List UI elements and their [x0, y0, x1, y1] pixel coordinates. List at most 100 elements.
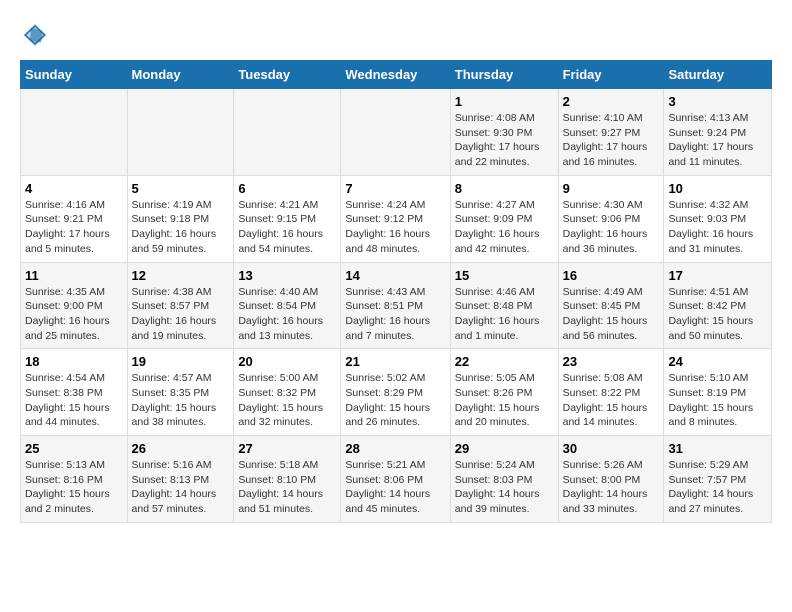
calendar-cell: 16Sunrise: 4:49 AM Sunset: 8:45 PM Dayli… [558, 262, 664, 349]
calendar-cell [127, 89, 234, 176]
calendar-cell: 29 Sunrise: 5:24 AM Sunset: 8:03 PM Dayli… [450, 436, 558, 523]
day-number: 20 [238, 354, 336, 369]
calendar-cell: 5 Sunrise: 4:19 AM Sunset: 9:18 PM Daylig… [127, 175, 234, 262]
day-info: Sunrise: 4:13 AM Sunset: 9:24 PM Dayligh… [668, 111, 767, 170]
calendar-cell: 10Sunrise: 4:32 AM Sunset: 9:03 PM Dayli… [664, 175, 772, 262]
day-info: Sunrise: 4:38 AM Sunset: 8:57 PM Dayligh… [132, 285, 230, 344]
day-info: Sunrise: 5:13 AM Sunset: 8:16 PM Dayligh… [25, 458, 123, 517]
calendar-cell: 1 Sunrise: 4:08 AM Sunset: 9:30 PM Daylig… [450, 89, 558, 176]
day-number: 19 [132, 354, 230, 369]
calendar-header: SundayMondayTuesdayWednesdayThursdayFrid… [21, 61, 772, 89]
calendar-cell: 3 Sunrise: 4:13 AM Sunset: 9:24 PM Daylig… [664, 89, 772, 176]
calendar-cell: 26 Sunrise: 5:16 AM Sunset: 8:13 PM Dayli… [127, 436, 234, 523]
day-info: Sunrise: 5:29 AM Sunset: 7:57 PM Dayligh… [668, 458, 767, 517]
calendar-cell [21, 89, 128, 176]
day-number: 30 [563, 441, 660, 456]
day-number: 15 [455, 268, 554, 283]
day-info: Sunrise: 5:10 AM Sunset: 8:19 PM Dayligh… [668, 371, 767, 430]
calendar-table: SundayMondayTuesdayWednesdayThursdayFrid… [20, 60, 772, 523]
weekday-header-monday: Monday [127, 61, 234, 89]
day-info: Sunrise: 5:00 AM Sunset: 8:32 PM Dayligh… [238, 371, 336, 430]
day-number: 24 [668, 354, 767, 369]
calendar-cell [234, 89, 341, 176]
calendar-cell: 9 Sunrise: 4:30 AM Sunset: 9:06 PM Daylig… [558, 175, 664, 262]
day-info: Sunrise: 4:40 AM Sunset: 8:54 PM Dayligh… [238, 285, 336, 344]
day-info: Sunrise: 4:46 AM Sunset: 8:48 PM Dayligh… [455, 285, 554, 344]
weekday-header-saturday: Saturday [664, 61, 772, 89]
day-number: 5 [132, 181, 230, 196]
calendar-cell: 23 Sunrise: 5:08 AM Sunset: 8:22 PM Dayli… [558, 349, 664, 436]
day-info: Sunrise: 5:16 AM Sunset: 8:13 PM Dayligh… [132, 458, 230, 517]
calendar-cell: 15 Sunrise: 4:46 AM Sunset: 8:48 PM Dayli… [450, 262, 558, 349]
weekday-header-wednesday: Wednesday [341, 61, 450, 89]
calendar-cell: 11 Sunrise: 4:35 AM Sunset: 9:00 PM Dayli… [21, 262, 128, 349]
day-number: 14 [345, 268, 445, 283]
weekday-header-sunday: Sunday [21, 61, 128, 89]
day-number: 31 [668, 441, 767, 456]
day-info: Sunrise: 5:24 AM Sunset: 8:03 PM Dayligh… [455, 458, 554, 517]
calendar-cell: 8Sunrise: 4:27 AM Sunset: 9:09 PM Daylig… [450, 175, 558, 262]
calendar-cell: 6 Sunrise: 4:21 AM Sunset: 9:15 PM Daylig… [234, 175, 341, 262]
day-info: Sunrise: 4:43 AM Sunset: 8:51 PM Dayligh… [345, 285, 445, 344]
day-info: Sunrise: 4:16 AM Sunset: 9:21 PM Dayligh… [25, 198, 123, 257]
calendar-week-2: 4Sunrise: 4:16 AM Sunset: 9:21 PM Daylig… [21, 175, 772, 262]
day-number: 13 [238, 268, 336, 283]
day-info: Sunrise: 5:21 AM Sunset: 8:06 PM Dayligh… [345, 458, 445, 517]
day-number: 12 [132, 268, 230, 283]
day-number: 18 [25, 354, 123, 369]
day-number: 6 [238, 181, 336, 196]
calendar-cell: 12 Sunrise: 4:38 AM Sunset: 8:57 PM Dayli… [127, 262, 234, 349]
day-info: Sunrise: 4:19 AM Sunset: 9:18 PM Dayligh… [132, 198, 230, 257]
logo [20, 20, 54, 50]
day-number: 27 [238, 441, 336, 456]
day-info: Sunrise: 4:54 AM Sunset: 8:38 PM Dayligh… [25, 371, 123, 430]
calendar-cell: 22Sunrise: 5:05 AM Sunset: 8:26 PM Dayli… [450, 349, 558, 436]
day-number: 26 [132, 441, 230, 456]
calendar-cell: 21 Sunrise: 5:02 AM Sunset: 8:29 PM Dayli… [341, 349, 450, 436]
day-info: Sunrise: 4:27 AM Sunset: 9:09 PM Dayligh… [455, 198, 554, 257]
day-number: 16 [563, 268, 660, 283]
day-number: 11 [25, 268, 123, 283]
day-info: Sunrise: 4:10 AM Sunset: 9:27 PM Dayligh… [563, 111, 660, 170]
day-info: Sunrise: 4:08 AM Sunset: 9:30 PM Dayligh… [455, 111, 554, 170]
day-info: Sunrise: 4:51 AM Sunset: 8:42 PM Dayligh… [668, 285, 767, 344]
day-number: 1 [455, 94, 554, 109]
day-info: Sunrise: 4:24 AM Sunset: 9:12 PM Dayligh… [345, 198, 445, 257]
day-info: Sunrise: 4:57 AM Sunset: 8:35 PM Dayligh… [132, 371, 230, 430]
day-number: 22 [455, 354, 554, 369]
calendar-cell: 27 Sunrise: 5:18 AM Sunset: 8:10 PM Dayli… [234, 436, 341, 523]
day-info: Sunrise: 5:18 AM Sunset: 8:10 PM Dayligh… [238, 458, 336, 517]
day-number: 3 [668, 94, 767, 109]
day-number: 10 [668, 181, 767, 196]
day-info: Sunrise: 4:30 AM Sunset: 9:06 PM Dayligh… [563, 198, 660, 257]
calendar-cell: 31 Sunrise: 5:29 AM Sunset: 7:57 PM Dayli… [664, 436, 772, 523]
day-info: Sunrise: 5:08 AM Sunset: 8:22 PM Dayligh… [563, 371, 660, 430]
day-number: 17 [668, 268, 767, 283]
day-number: 21 [345, 354, 445, 369]
weekday-header-thursday: Thursday [450, 61, 558, 89]
calendar-cell: 7Sunrise: 4:24 AM Sunset: 9:12 PM Daylig… [341, 175, 450, 262]
calendar-week-1: 1 Sunrise: 4:08 AM Sunset: 9:30 PM Daylig… [21, 89, 772, 176]
day-number: 23 [563, 354, 660, 369]
weekday-header-tuesday: Tuesday [234, 61, 341, 89]
calendar-cell: 25Sunrise: 5:13 AM Sunset: 8:16 PM Dayli… [21, 436, 128, 523]
day-info: Sunrise: 4:35 AM Sunset: 9:00 PM Dayligh… [25, 285, 123, 344]
calendar-cell: 20 Sunrise: 5:00 AM Sunset: 8:32 PM Dayli… [234, 349, 341, 436]
calendar-week-4: 18 Sunrise: 4:54 AM Sunset: 8:38 PM Dayli… [21, 349, 772, 436]
calendar-cell: 18 Sunrise: 4:54 AM Sunset: 8:38 PM Dayli… [21, 349, 128, 436]
calendar-cell: 14 Sunrise: 4:43 AM Sunset: 8:51 PM Dayli… [341, 262, 450, 349]
day-number: 28 [345, 441, 445, 456]
day-number: 29 [455, 441, 554, 456]
day-info: Sunrise: 5:02 AM Sunset: 8:29 PM Dayligh… [345, 371, 445, 430]
calendar-cell: 2Sunrise: 4:10 AM Sunset: 9:27 PM Daylig… [558, 89, 664, 176]
calendar-body: 1 Sunrise: 4:08 AM Sunset: 9:30 PM Daylig… [21, 89, 772, 523]
weekday-header-friday: Friday [558, 61, 664, 89]
weekday-header-row: SundayMondayTuesdayWednesdayThursdayFrid… [21, 61, 772, 89]
day-info: Sunrise: 4:21 AM Sunset: 9:15 PM Dayligh… [238, 198, 336, 257]
calendar-cell: 24 Sunrise: 5:10 AM Sunset: 8:19 PM Dayli… [664, 349, 772, 436]
day-number: 9 [563, 181, 660, 196]
calendar-cell: 13 Sunrise: 4:40 AM Sunset: 8:54 PM Dayli… [234, 262, 341, 349]
calendar-cell [341, 89, 450, 176]
calendar-cell: 17 Sunrise: 4:51 AM Sunset: 8:42 PM Dayli… [664, 262, 772, 349]
calendar-cell: 19 Sunrise: 4:57 AM Sunset: 8:35 PM Dayli… [127, 349, 234, 436]
